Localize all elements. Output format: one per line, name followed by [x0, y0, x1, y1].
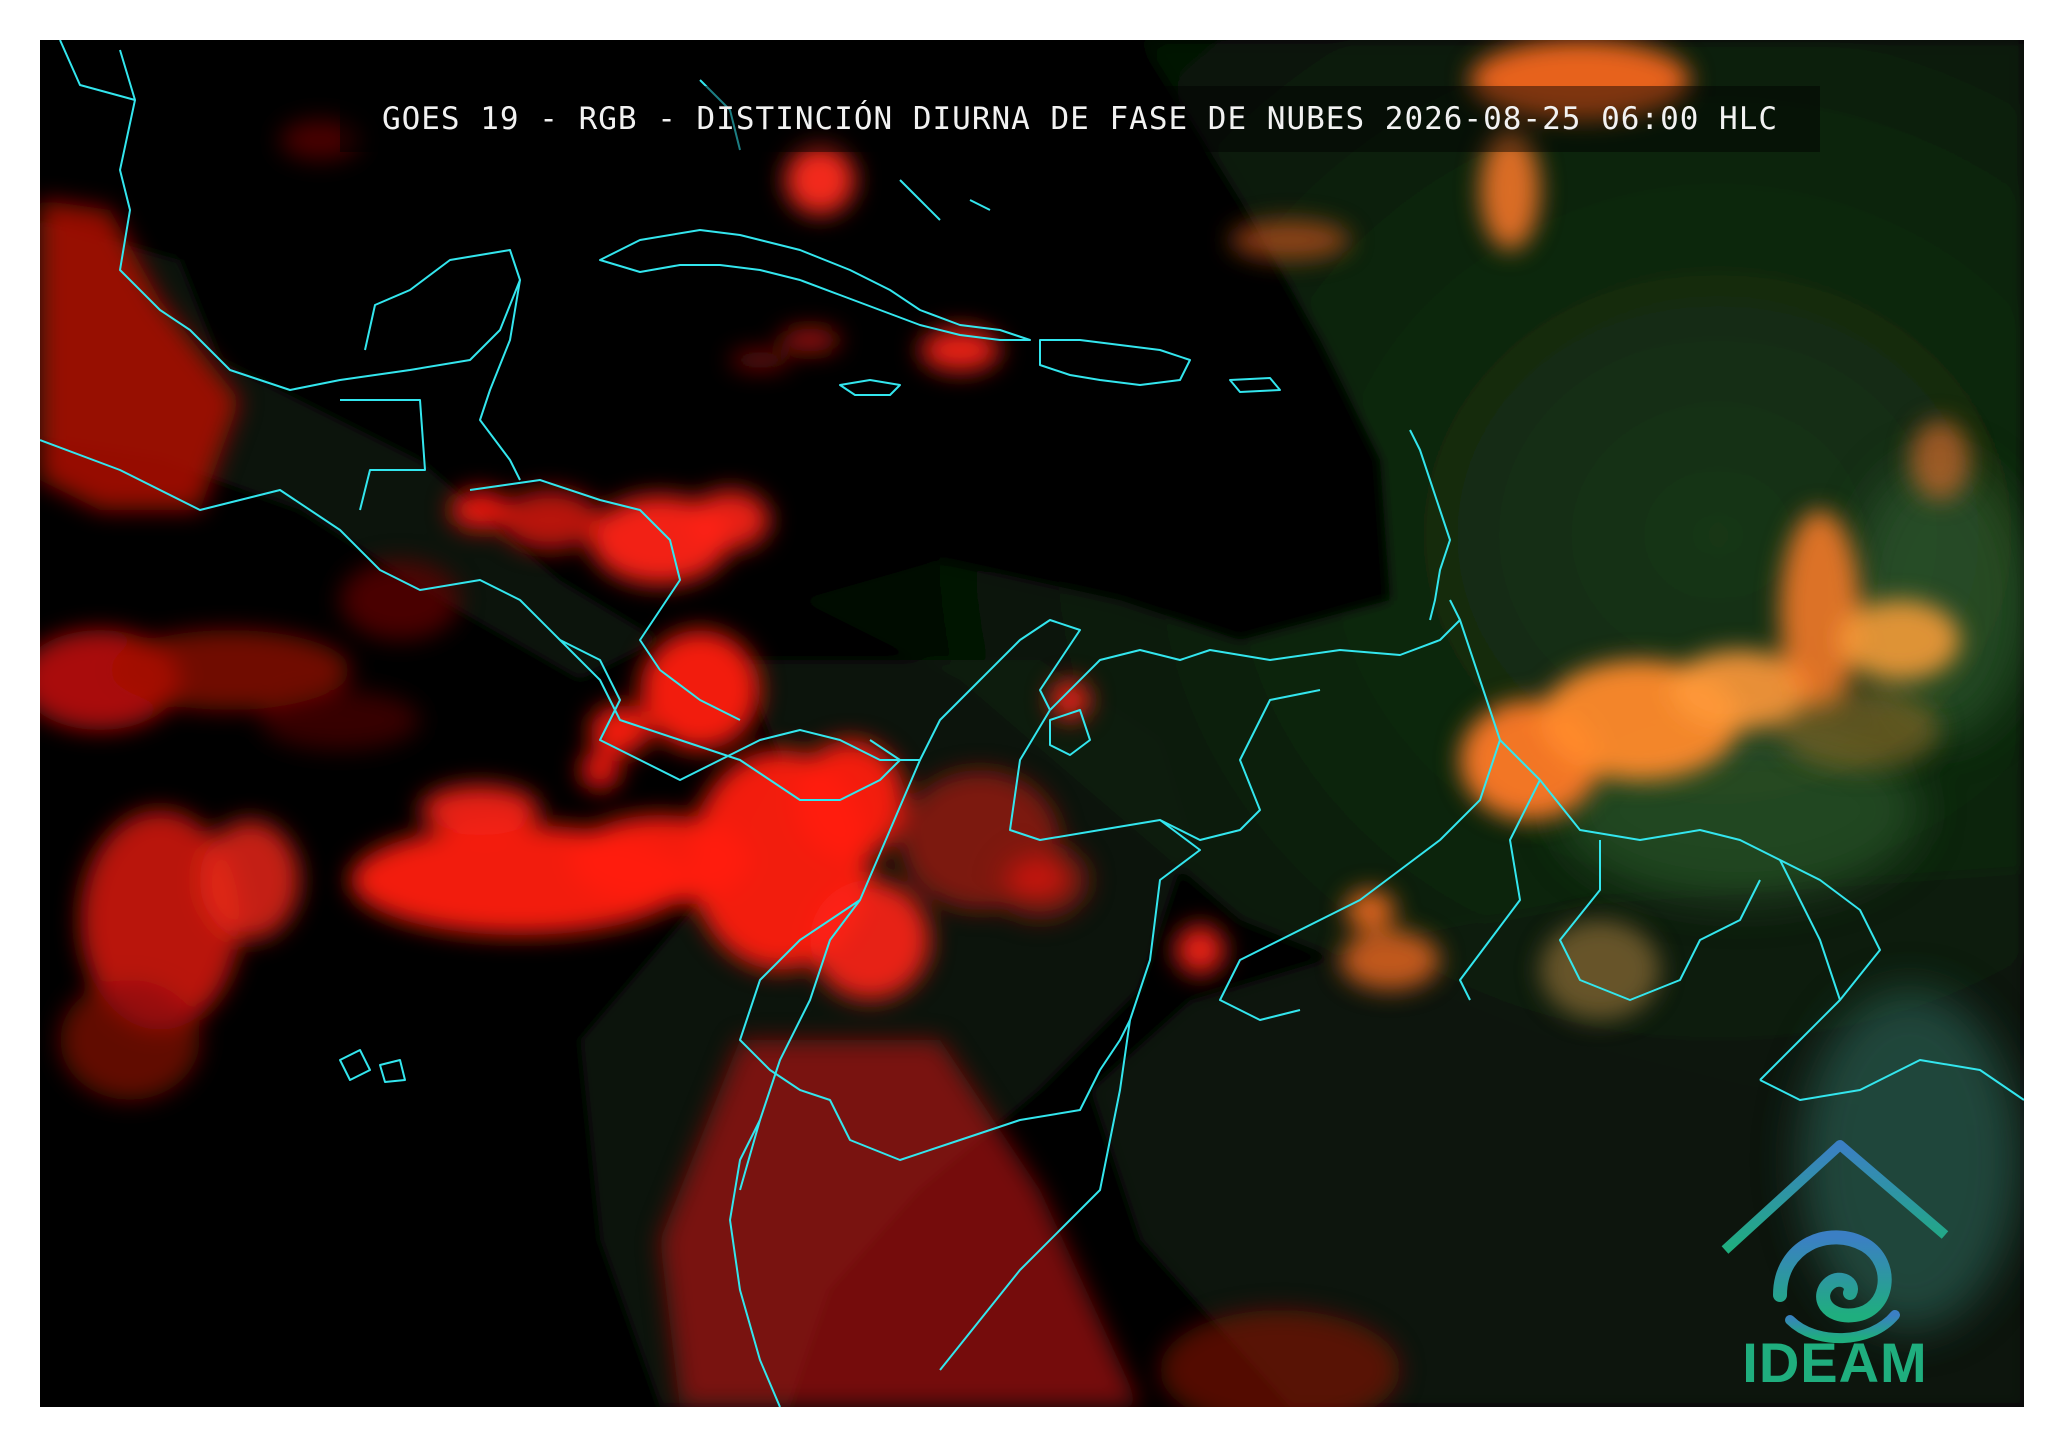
ideam-logo-text: IDEAM — [1742, 1331, 1928, 1394]
map-title: GOES 19 - RGB - DISTINCIÓN DIURNA DE FAS… — [381, 101, 1779, 137]
title-bar: GOES 19 - RGB - DISTINCIÓN DIURNA DE FAS… — [340, 86, 1820, 152]
